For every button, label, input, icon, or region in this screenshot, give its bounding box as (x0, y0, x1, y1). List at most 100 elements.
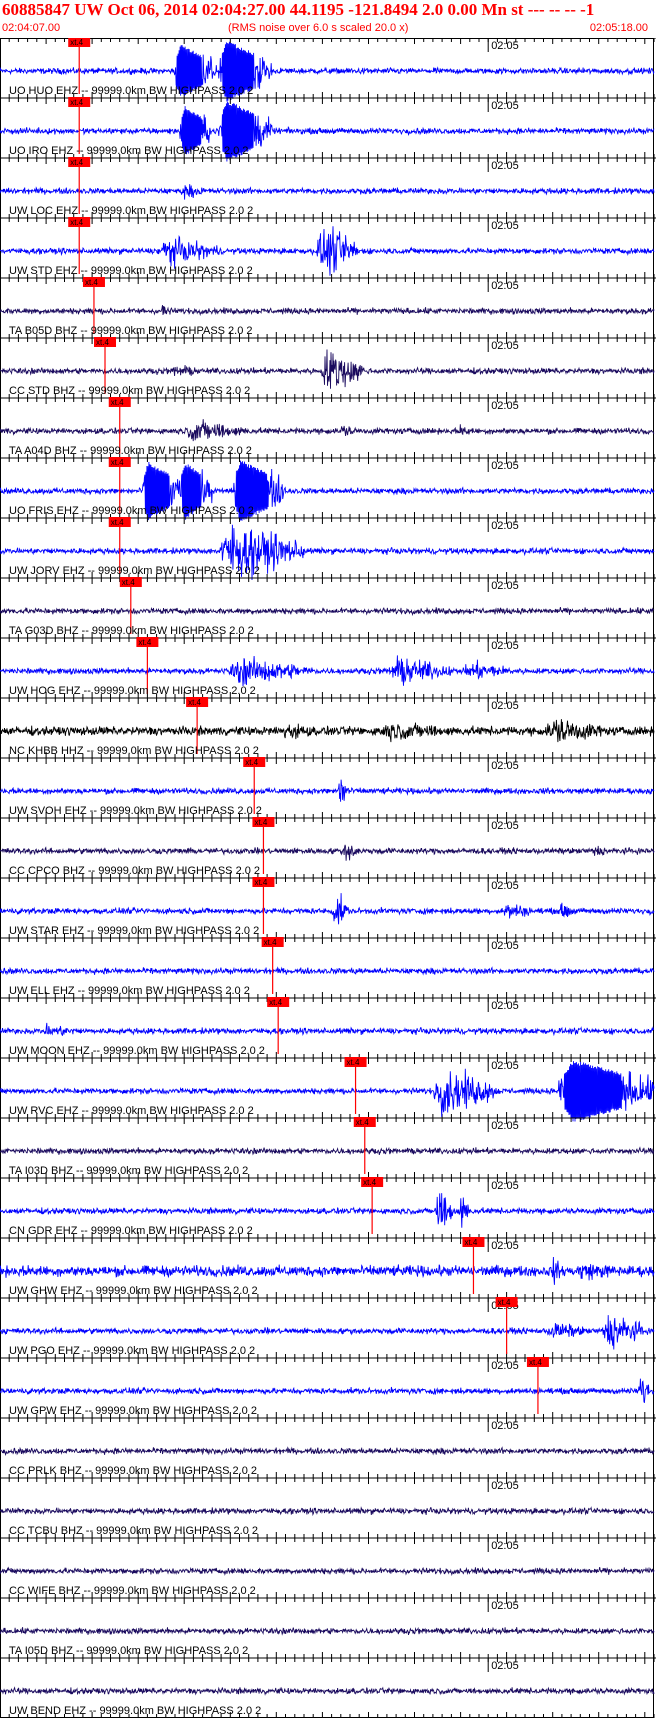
pick-label: xt.4 (356, 1118, 369, 1127)
waveform-trace (0, 655, 655, 687)
minute-label: 02:05 (491, 1240, 519, 1252)
waveform-trace (0, 1193, 655, 1228)
waveform-trace (0, 419, 655, 442)
minute-label: 02:05 (491, 940, 519, 952)
trace-row: 02:05 xt.4 UW GHW EHZ -- 99999.0km BW HIGH… (0, 1237, 656, 1298)
trace-row: 02:05 xt.4 UW MOON EHZ -- 99999.0km BW HIG… (0, 997, 656, 1058)
trace-label: TA I05D BHZ -- 99999.0km BW HIGHPASS 2.0… (9, 1645, 248, 1657)
minute-label: 02:05 (491, 760, 519, 772)
trace-label: TA G03D BHZ -- 99999.0km BW HIGHPASS 2.0… (9, 625, 254, 637)
trace-label: UW GHW EHZ -- 99999.0km BW HIGHPASS 2.0 … (9, 1285, 258, 1297)
waveform-trace (0, 1256, 655, 1285)
trace-row: 02:05 CC PRLK BHZ -- 99999.0km BW HIGHPAS… (0, 1417, 656, 1478)
minute-label: 02:05 (491, 340, 519, 352)
trace-row: 02:05 xt.4 UO HUO EHZ -- 99999.0km BW HIGH… (0, 38, 656, 102)
pick-label: xt.4 (347, 1058, 360, 1067)
minute-label: 02:05 (491, 100, 519, 112)
minute-label: 02:05 (491, 400, 519, 412)
start-time-label: 02:04:07.00 (2, 22, 61, 34)
trace-row: 02:05 xt.4 UW RVC EHZ -- 99999.0km BW HIGH… (0, 1057, 656, 1122)
waveform-trace (0, 606, 655, 617)
waveform-trace (0, 719, 655, 743)
pick-label: xt.4 (70, 38, 83, 47)
trace-label: CC TCBU BHZ -- 99999.0km BW HIGHPASS 2.0… (9, 1525, 258, 1537)
minute-label: 02:05 (491, 580, 519, 592)
trace-row: 02:05 xt.4 UW SVOH EHZ -- 99999.0km BW HIG… (0, 757, 656, 818)
pick-label: xt.4 (245, 758, 258, 767)
trace-label: UW HOG EHZ -- 99999.0km BW HIGHPASS 2.0 … (9, 685, 256, 697)
trace-label: CC CPCO BHZ -- 99999.0km BW HIGHPASS 2.0… (9, 865, 260, 877)
trace-label: UW JORV EHZ -- 99999.0km BW HIGHPASS 2.0… (9, 565, 260, 577)
seismogram-plot: 02:05xt.4UO HUO EHZ -- 99999.0km BW HIGH… (0, 38, 656, 1718)
trace-label: UW SVOH EHZ -- 99999.0km BW HIGHPASS 2.0… (9, 805, 262, 817)
minute-label: 02:05 (491, 1660, 519, 1672)
trace-label: UO FRIS EHZ -- 99999.0km BW HIGHPASS 2.0… (9, 505, 254, 517)
trace-label: CN GDR EHZ -- 99999.0km BW HIGHPASS 2.0 … (9, 1225, 253, 1237)
pick-label: xt.4 (269, 998, 282, 1007)
pick-label: xt.4 (138, 638, 151, 647)
minute-label: 02:05 (491, 880, 519, 892)
waveform-trace (0, 779, 655, 802)
trace-label: UW RVC EHZ -- 99999.0km BW HIGHPASS 2.0 … (9, 1105, 254, 1117)
trace-label: UW GPW EHZ -- 99999.0km BW HIGHPASS 2.0 … (9, 1405, 257, 1417)
trace-label: TA I03D BHZ -- 99999.0km BW HIGHPASS 2.0… (9, 1165, 248, 1177)
trace-row: 02:05 xt.4 UO FRIS EHZ -- 99999.0km BW HIG… (0, 457, 656, 521)
minute-label: 02:05 (491, 40, 519, 52)
trace-row: 02:05 xt.4 UW GPW EHZ -- 99999.0km BW HIGH… (0, 1357, 656, 1418)
trace-label: UW LOC EHZ -- 99999.0km BW HIGHPASS 2.0 … (9, 205, 253, 217)
trace-label: CC WIFE BHZ -- 99999.0km BW HIGHPASS 2.0… (9, 1585, 256, 1597)
minute-label: 02:05 (491, 1600, 519, 1612)
trace-row: 02:05 xt.4 TA B05D BHZ -- 99999.0km BW HIG… (0, 277, 656, 338)
waveform-trace (0, 349, 655, 389)
trace-label: UW PGO EHZ -- 99999.0km BW HIGHPASS 2.0 … (9, 1345, 255, 1357)
trace-row: 02:05 xt.4 TA I03D BHZ -- 99999.0km BW HIG… (0, 1117, 656, 1178)
trace-row: 02:05 TA I05D BHZ -- 99999.0km BW HIGHPAS… (0, 1597, 656, 1658)
trace-row: 02:05 xt.4 UW STD EHZ -- 99999.0km BW HIGH… (0, 217, 656, 278)
trace-row: 02:05 xt.4 NC KHBB HHZ -- 99999.0km BW HIG… (0, 697, 656, 758)
plot-header: 60885847 UW Oct 06, 2014 02:04:27.00 44.… (0, 0, 656, 38)
trace-label: NC KHBB HHZ -- 99999.0km BW HIGHPASS 2.0… (9, 745, 259, 757)
waveform-trace (0, 844, 655, 861)
pick-label: xt.4 (498, 1298, 511, 1307)
pick-label: xt.4 (254, 878, 267, 887)
trace-label: UW ELL EHZ -- 99999.0km BW HIGHPASS 2.0 … (9, 985, 250, 997)
trace-row: 02:05 xt.4 UW LOC EHZ -- 99999.0km BW HIGH… (0, 157, 656, 218)
pick-label: xt.4 (70, 218, 83, 227)
minute-label: 02:05 (491, 160, 519, 172)
trace-label: UW MOON EHZ -- 99999.0km BW HIGHPASS 2.0… (9, 1045, 265, 1057)
trace-row: 02:05xt.4UW PGO EHZ -- 99999.0km BW HIGH… (0, 1297, 656, 1358)
waveform-trace (0, 184, 655, 200)
minute-label: 02:05 (491, 1060, 519, 1072)
pick-label: xt.4 (122, 578, 135, 587)
pick-label: xt.4 (111, 398, 124, 407)
pick-label: xt.4 (111, 458, 124, 467)
pick-label: xt.4 (363, 1178, 376, 1187)
minute-label: 02:05 (491, 1000, 519, 1012)
trace-row: 02:05 xt.4 UW HOG EHZ -- 99999.0km BW HIGH… (0, 637, 656, 698)
trace-label: UW BEND EHZ -- 99999.0km BW HIGHPASS 2.0… (9, 1705, 261, 1717)
trace-row: 02:05 xt.4 UW STAR EHZ -- 99999.0km BW HIG… (0, 877, 656, 938)
minute-label: 02:05 (491, 280, 519, 292)
pick-label: xt.4 (264, 938, 277, 947)
waveform-trace (0, 1378, 655, 1403)
pick-label: xt.4 (529, 1358, 542, 1367)
minute-label: 02:05 (491, 460, 519, 472)
trace-label: UO HUO EHZ -- 99999.0km BW HIGHPASS 2.0 … (9, 85, 253, 97)
trace-row: 02:05 xt.4 UW JORV EHZ -- 99999.0km BW HIG… (0, 517, 656, 581)
pick-label: xt.4 (70, 98, 83, 107)
minute-label: 02:05 (491, 640, 519, 652)
trace-row: 02:05 xt.4 UO IRO EHZ -- 99999.0km BW HIGH… (0, 97, 656, 162)
trace-row: 02:05 UW BEND EHZ -- 99999.0km BW HIGHPAS… (0, 1657, 656, 1718)
trace-label: UW STAR EHZ -- 99999.0km BW HIGHPASS 2.0… (9, 925, 259, 937)
waveform-trace (0, 966, 655, 976)
waveform-trace (0, 1146, 655, 1156)
trace-label: TA B05D BHZ -- 99999.0km BW HIGHPASS 2.0… (9, 325, 253, 337)
trace-label: UO IRO EHZ -- 99999.0km BW HIGHPASS 2.0 … (9, 145, 248, 157)
pick-label: xt.4 (188, 698, 201, 707)
waveform-trace (0, 305, 655, 317)
minute-label: 02:05 (491, 1540, 519, 1552)
pick-label: xt.4 (254, 818, 267, 827)
pick-label: xt.4 (111, 518, 124, 527)
waveform-trace (0, 893, 655, 925)
trace-label: UW STD EHZ -- 99999.0km BW HIGHPASS 2.0 … (9, 265, 253, 277)
